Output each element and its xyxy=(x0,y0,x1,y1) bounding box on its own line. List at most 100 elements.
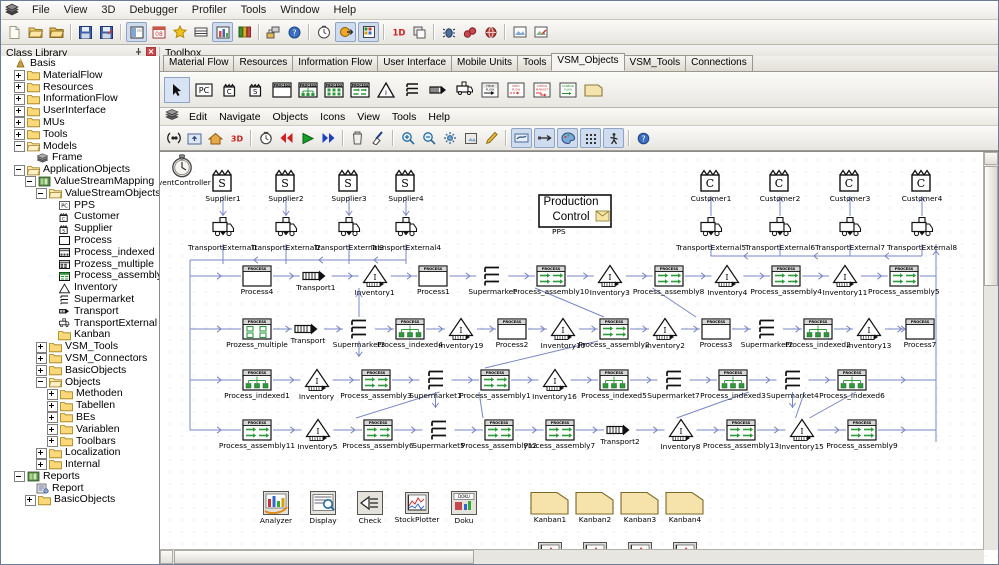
tree-toggle-plus[interactable] xyxy=(36,341,47,353)
new-icon[interactable] xyxy=(5,23,24,41)
inventory-icon[interactable]: I xyxy=(374,78,398,102)
tree-toggle-plus[interactable] xyxy=(14,70,25,82)
image-icon[interactable] xyxy=(510,23,529,41)
tree-item-vsm-connectors[interactable]: VSM_Connectors xyxy=(3,352,159,365)
tree-toggle-minus[interactable] xyxy=(14,471,25,483)
model-canvas[interactable]: EventController S Supplier1 TransportExtern… xyxy=(160,152,998,564)
tree-toggle-minus[interactable] xyxy=(36,188,47,200)
model-menu-navigate[interactable]: Navigate xyxy=(213,110,266,124)
canvas-horizontal-scrollbar[interactable] xyxy=(160,549,984,564)
tree-toggle-minus[interactable] xyxy=(14,164,25,176)
canvas-row1-assembly-12[interactable]: PROCESS Process_assembly5 xyxy=(868,265,940,296)
save-icon[interactable] xyxy=(76,23,95,41)
tree-toggle-plus[interactable] xyxy=(36,459,47,471)
tree-item-mus[interactable]: MUs xyxy=(3,116,159,129)
help-icon[interactable]: ? xyxy=(634,129,653,147)
canvas-row4-assembly-1[interactable]: PROCESS Process_assembly11 xyxy=(219,419,295,450)
fast-forward-icon[interactable] xyxy=(319,129,338,147)
chart-icon[interactable] xyxy=(212,22,233,42)
toolbox-tabstrip[interactable]: Material Flow Resources Information Flow Us… xyxy=(160,53,998,72)
menu-3d[interactable]: 3D xyxy=(94,2,122,18)
tree-item-transport[interactable]: Transport xyxy=(3,305,159,318)
tree-toggle-plus[interactable] xyxy=(47,435,58,447)
canvas-row1-process-1[interactable]: PROCESS Process4 xyxy=(241,265,273,296)
tree-toggle-plus[interactable] xyxy=(36,447,47,459)
delete-icon[interactable] xyxy=(348,129,367,147)
id-icon[interactable]: 1D xyxy=(389,23,408,41)
transport-external-out-2[interactable]: TransportExternal6 xyxy=(745,217,815,252)
kanban-folder-icon[interactable] xyxy=(582,78,606,102)
supplier-4[interactable]: S Supplier4 xyxy=(388,166,424,203)
class-library-tree[interactable]: Basis MaterialFlow Resources InformationFlo… xyxy=(1,56,159,506)
canvas-row2-inventory-7[interactable]: I Inventory10 xyxy=(541,317,585,350)
menu-tools[interactable]: Tools xyxy=(234,2,274,18)
model-menu-icons[interactable]: Icons xyxy=(314,110,351,124)
supermarket-icon[interactable] xyxy=(400,78,424,102)
zoom-in-icon[interactable] xyxy=(398,129,417,147)
menu-view[interactable]: View xyxy=(57,2,95,18)
canvas-row3-supermarket-10[interactable]: Supermarket4 xyxy=(766,369,819,400)
menu-file[interactable]: File xyxy=(25,2,57,18)
transport-external-out-4[interactable]: TransportExternal8 xyxy=(887,217,957,252)
frame-icon[interactable] xyxy=(126,22,147,42)
model-menu-view[interactable]: View xyxy=(351,110,386,124)
canvas-row4-supermarket-4[interactable]: Supermarket5 xyxy=(412,419,465,450)
canvas-row2-inventory-5[interactable]: I Inventory19 xyxy=(439,317,483,350)
clock-icon[interactable] xyxy=(314,23,333,41)
tree-toggle-plus[interactable] xyxy=(14,93,25,105)
process-multiple-icon[interactable]: PROCESS xyxy=(322,78,346,102)
tool-doku[interactable]: DOKU Doku xyxy=(450,490,478,525)
canvas-row3-indexed-11[interactable]: PROCESS Process_indexed6 xyxy=(819,369,885,400)
tree-toggle-plus[interactable] xyxy=(25,494,36,506)
tree-item-userinterface[interactable]: UserInterface xyxy=(3,104,159,117)
canvas-row1-assembly-8[interactable]: PROCESS Process_assembly8 xyxy=(633,265,704,296)
canvas-row2-process-6[interactable]: PROCESS Process2 xyxy=(496,318,528,349)
3d-icon[interactable]: 3D xyxy=(227,129,246,147)
tree-item-bes[interactable]: BEs xyxy=(3,411,159,424)
tree-item-variablen[interactable]: Variablen xyxy=(3,423,159,436)
canvas-row1-assembly-10[interactable]: PROCESS Process_assembly4 xyxy=(750,265,822,296)
tab-connections[interactable]: Connections xyxy=(685,55,753,71)
model-menu-objects[interactable]: Objects xyxy=(267,110,315,124)
tree-item-process[interactable]: Process xyxy=(3,234,159,247)
menu-debugger[interactable]: Debugger xyxy=(122,2,184,18)
canvas-row4-inventory-8[interactable]: I Inventory8 xyxy=(660,418,701,451)
menu-profiler[interactable]: Profiler xyxy=(185,2,234,18)
copy-icon[interactable] xyxy=(410,23,429,41)
supplier-1[interactable]: S Supplier1 xyxy=(205,166,241,203)
canvas-row3-inventory-2[interactable]: I Inventory xyxy=(299,368,334,401)
event-controller[interactable]: EventController xyxy=(160,154,211,187)
zoom-out-icon[interactable] xyxy=(419,129,438,147)
link-icon[interactable] xyxy=(460,23,479,41)
tree-item-tools[interactable]: Tools xyxy=(3,128,159,141)
canvas-row3-supermarket-8[interactable]: Supermarket7 xyxy=(647,369,700,400)
customer-3[interactable]: C Customer3 xyxy=(830,166,870,203)
customer-1[interactable]: C Customer1 xyxy=(691,166,731,203)
canvas-row2-inventory-9[interactable]: I Inventory2 xyxy=(645,317,685,350)
tree-toggle-plus[interactable] xyxy=(47,388,58,400)
library-icon[interactable] xyxy=(235,23,254,41)
tab-vsm-tools[interactable]: VSM_Tools xyxy=(623,55,687,71)
image-export-icon[interactable] xyxy=(531,23,550,41)
experiment-icon[interactable] xyxy=(358,22,379,42)
menu-window[interactable]: Window xyxy=(273,2,326,18)
connect-objects-icon[interactable] xyxy=(534,128,555,148)
transport-external-in-4[interactable]: TransportExternal4 xyxy=(371,217,441,252)
reset-icon[interactable] xyxy=(256,129,275,147)
tree-item-valuestreamobjects[interactable]: ValueStreamObjects xyxy=(3,187,159,200)
pc-icon[interactable]: PC xyxy=(192,78,216,102)
favorite-star-icon[interactable] xyxy=(170,23,189,41)
canvas-row1-transport-2[interactable]: Transport1 xyxy=(296,269,335,292)
palette-icon[interactable] xyxy=(557,128,578,148)
save-as-icon[interactable] xyxy=(97,23,116,41)
pen-icon[interactable] xyxy=(482,129,501,147)
canvas-row1-inventory-11[interactable]: I Inventory11 xyxy=(823,264,867,297)
tree-toggle-plus[interactable] xyxy=(47,400,58,412)
network-icon[interactable] xyxy=(264,23,283,41)
tree-toggle-minus[interactable] xyxy=(36,376,47,388)
canvas-row4-transport-7[interactable]: Transport2 xyxy=(600,423,640,446)
tab-user-interface[interactable]: User Interface xyxy=(377,55,453,71)
rewind-icon[interactable] xyxy=(277,129,296,147)
kanban-2[interactable]: Kanban2 xyxy=(575,491,615,524)
help-icon[interactable]: ? xyxy=(285,23,304,41)
